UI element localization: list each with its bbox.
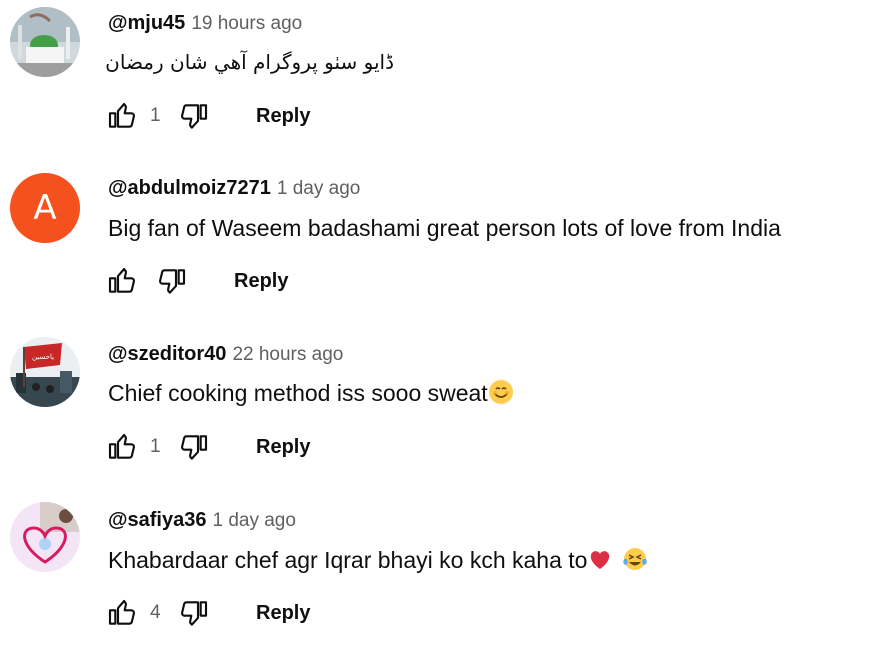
comment-actions: Reply [104, 261, 288, 301]
comment-item: @mju45 19 hours ago ڈايو سٺو پروگرام آهي … [0, 0, 891, 165]
dislike-button[interactable] [176, 429, 212, 465]
comment-author-handle[interactable]: @mju45 [108, 12, 185, 34]
dislike-button[interactable] [176, 595, 212, 631]
thumbs-down-icon [158, 269, 186, 294]
reply-button[interactable]: Reply [234, 270, 288, 293]
comment-item: A @abdulmoiz7271 1 day ago Big fan of Was… [0, 165, 891, 330]
dislike-button[interactable] [154, 263, 190, 299]
comment-text: Big fan of Waseem badashami great person… [108, 215, 781, 241]
like-count: 4 [150, 602, 161, 623]
like-button[interactable] [104, 595, 140, 631]
red-heart-emoji [587, 546, 613, 578]
comment-text: Khabardaar chef agr Iqrar bhayi ko kch k… [108, 545, 649, 579]
comment-item: ياحسين @szeditor40 22 hours ago Chief coo… [0, 331, 891, 496]
thumbs-up-icon [108, 102, 136, 128]
like-button[interactable] [104, 98, 140, 134]
comment-author-handle[interactable]: @szeditor40 [108, 343, 226, 365]
comment-timestamp[interactable]: 19 hours ago [191, 13, 302, 34]
reply-button[interactable]: Reply [256, 602, 310, 625]
thumbs-down-icon [180, 601, 208, 626]
comment-text-body: Chief cooking method iss sooo sweat [108, 380, 488, 407]
reply-button[interactable]: Reply [256, 105, 310, 128]
red-flag-photo-avatar: ياحسين [10, 337, 80, 407]
svg-text:ياحسين: ياحسين [32, 353, 54, 361]
comment-item: @safiya36 1 day ago Khabardaar chef agr I… [0, 497, 891, 662]
tears-of-joy-emoji [621, 545, 649, 579]
like-button[interactable] [104, 429, 140, 465]
comment-actions: 1 Reply [104, 427, 310, 467]
like-button[interactable] [104, 263, 140, 299]
comment-text: ڈايو سٺو پروگرام آهي شان رمضان [105, 50, 394, 74]
thumbs-down-icon [180, 104, 208, 129]
like-count: 1 [150, 436, 161, 457]
dislike-button[interactable] [176, 98, 212, 134]
comment-text-body: Khabardaar chef agr Iqrar bhayi ko kch k… [108, 547, 588, 574]
heart-art-avatar [10, 502, 80, 572]
avatar[interactable] [10, 7, 80, 77]
comment-author-handle[interactable]: @safiya36 [108, 509, 206, 531]
thumbs-up-icon [108, 599, 136, 625]
comment-author-handle[interactable]: @abdulmoiz7271 [108, 177, 271, 199]
avatar-letter: A [33, 188, 57, 228]
avatar[interactable] [10, 502, 80, 572]
thumbs-up-icon [108, 267, 136, 293]
comment-actions: 1 Reply [104, 96, 310, 136]
thumbs-up-icon [108, 433, 136, 459]
thumbs-down-icon [180, 435, 208, 460]
reply-button[interactable]: Reply [256, 436, 310, 459]
comment-timestamp[interactable]: 1 day ago [277, 178, 360, 199]
like-count: 1 [150, 105, 161, 126]
comment-timestamp[interactable]: 22 hours ago [232, 344, 343, 365]
avatar[interactable]: A [10, 173, 80, 243]
smiling-face-emoji [488, 379, 514, 411]
comment-actions: 4 Reply [104, 593, 310, 633]
mosque-photo-avatar [10, 7, 80, 77]
comment-text: Chief cooking method iss sooo sweat [108, 379, 514, 411]
comment-timestamp[interactable]: 1 day ago [212, 510, 295, 531]
avatar[interactable]: ياحسين [10, 337, 80, 407]
